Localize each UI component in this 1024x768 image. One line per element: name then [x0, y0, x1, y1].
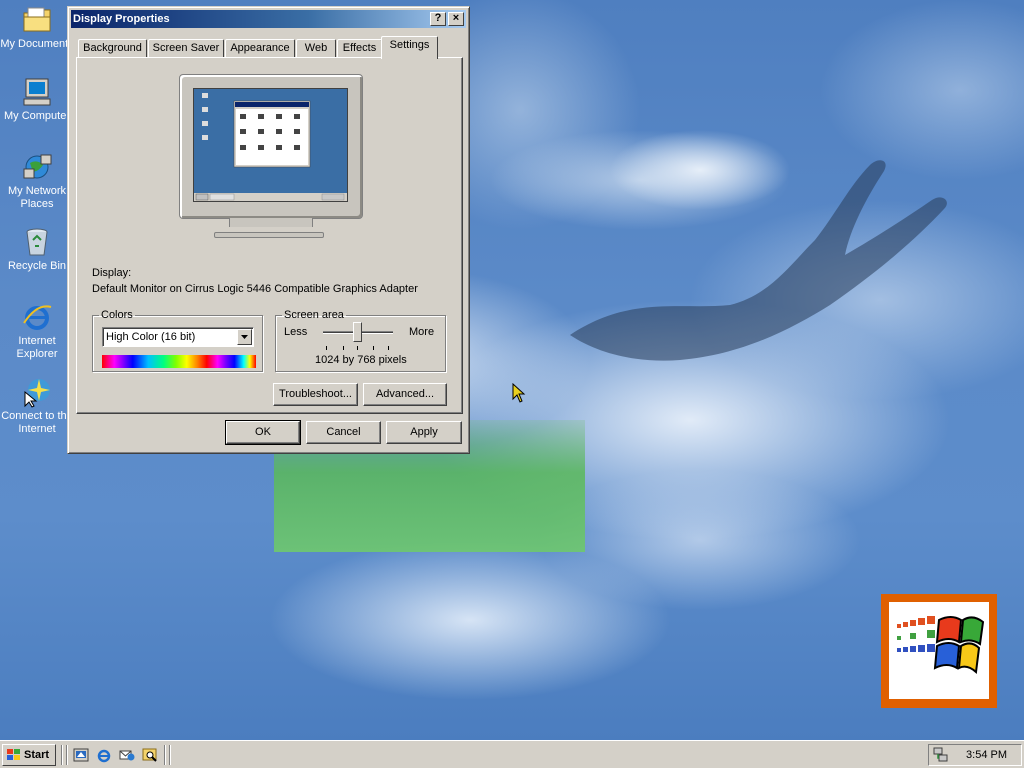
- colors-group-label: Colors: [101, 309, 133, 321]
- show-desktop-icon[interactable]: [73, 747, 89, 763]
- internet-explorer-icon[interactable]: [96, 747, 112, 763]
- resolution-slider-thumb[interactable]: [353, 322, 362, 342]
- monitor-preview-screen: [193, 88, 348, 202]
- desktop-icon-internet-explorer[interactable]: Internet Explorer: [0, 301, 74, 361]
- slider-tick: [388, 346, 389, 350]
- desktop-icon-label: My Network Places: [7, 185, 67, 210]
- settings-tab-panel: Display: Default Monitor on Cirrus Logic…: [76, 57, 463, 414]
- tab-effects[interactable]: Effects: [337, 39, 382, 57]
- connect-internet-icon: [24, 379, 50, 408]
- display-properties-window: Display Properties ? × Background Screen…: [67, 6, 470, 454]
- dropdown-arrow-icon[interactable]: [237, 329, 252, 345]
- less-label: Less: [284, 326, 308, 338]
- taskbar-separator: [61, 745, 63, 765]
- taskbar-separator: [66, 745, 68, 765]
- slider-tick: [357, 346, 358, 350]
- help-button[interactable]: ?: [430, 12, 446, 26]
- screen-area-controls: Less More 1024 by 768 pixels: [275, 309, 446, 372]
- desktop-icon-recycle-bin[interactable]: Recycle Bin: [0, 226, 74, 273]
- network-tray-icon[interactable]: [933, 747, 949, 763]
- monitor-neck: [229, 218, 313, 227]
- desktop-icon-my-computer[interactable]: My Computer: [0, 76, 74, 123]
- preview-desktop-icon: [194, 93, 347, 201]
- my-computer-icon: [23, 78, 51, 106]
- search-icon[interactable]: [142, 747, 158, 763]
- windows-flag-icon: [897, 616, 985, 675]
- display-label: Display:: [92, 267, 132, 279]
- display-adapter-value: Default Monitor on Cirrus Logic 5446 Com…: [92, 283, 418, 295]
- desktop-icon-label: Connect to the Internet: [1, 410, 73, 435]
- desktop-icon-label: My Documents: [0, 38, 74, 50]
- desktop-icon-network-places[interactable]: My Network Places: [0, 151, 74, 211]
- monitor-preview: [179, 74, 363, 219]
- start-label: Start: [24, 749, 50, 761]
- slider-tick: [326, 346, 327, 350]
- title-bar[interactable]: Display Properties ? ×: [71, 10, 466, 28]
- desktop-icon-label: Internet Explorer: [16, 335, 58, 360]
- start-button[interactable]: Start: [2, 744, 56, 766]
- color-spectrum-preview: [102, 355, 256, 368]
- mouse-cursor: [512, 383, 526, 403]
- clock[interactable]: 3:54 PM: [966, 749, 1007, 761]
- system-tray: 3:54 PM: [928, 744, 1022, 766]
- outlook-express-icon[interactable]: [119, 747, 135, 763]
- tab-web[interactable]: Web: [296, 39, 336, 57]
- cancel-button[interactable]: Cancel: [306, 421, 381, 444]
- tab-appearance[interactable]: Appearance: [225, 39, 295, 57]
- troubleshoot-button[interactable]: Troubleshoot...: [273, 383, 358, 406]
- desktop-icon-my-documents[interactable]: My Documents: [0, 4, 74, 51]
- slider-tick: [343, 346, 344, 350]
- tab-settings[interactable]: Settings: [381, 36, 438, 59]
- desktop-icon-connect-internet[interactable]: Connect to the Internet: [0, 376, 74, 436]
- taskbar-separator: [164, 745, 166, 765]
- slider-tick: [373, 346, 374, 350]
- window-title: Display Properties: [73, 13, 170, 25]
- desktop-icon-label: My Computer: [3, 110, 71, 122]
- windows-logo-tile: [881, 594, 997, 708]
- colors-dropdown-value: High Color (16 bit): [106, 331, 196, 343]
- advanced-button[interactable]: Advanced...: [363, 383, 447, 406]
- apply-button[interactable]: Apply: [386, 421, 462, 444]
- resolution-value: 1024 by 768 pixels: [315, 354, 407, 366]
- colors-dropdown[interactable]: High Color (16 bit): [102, 327, 254, 347]
- tab-background[interactable]: Background: [78, 39, 147, 57]
- network-places-icon: [23, 154, 52, 179]
- taskbar-separator: [169, 745, 171, 765]
- ok-button[interactable]: OK: [225, 420, 301, 445]
- more-label: More: [409, 326, 435, 338]
- tab-screen-saver[interactable]: Screen Saver: [148, 39, 224, 57]
- windows-flag-icon: [7, 749, 20, 760]
- close-button[interactable]: ×: [448, 12, 464, 26]
- monitor-stand: [214, 232, 324, 238]
- wallpaper-diver-silhouette: [570, 160, 947, 361]
- my-documents-icon: [23, 7, 51, 32]
- desktop-icon-label: Recycle Bin: [7, 260, 67, 272]
- taskbar: Start 3:54 PM: [0, 740, 1024, 768]
- recycle-bin-icon: [26, 228, 48, 256]
- internet-explorer-icon: [23, 305, 52, 330]
